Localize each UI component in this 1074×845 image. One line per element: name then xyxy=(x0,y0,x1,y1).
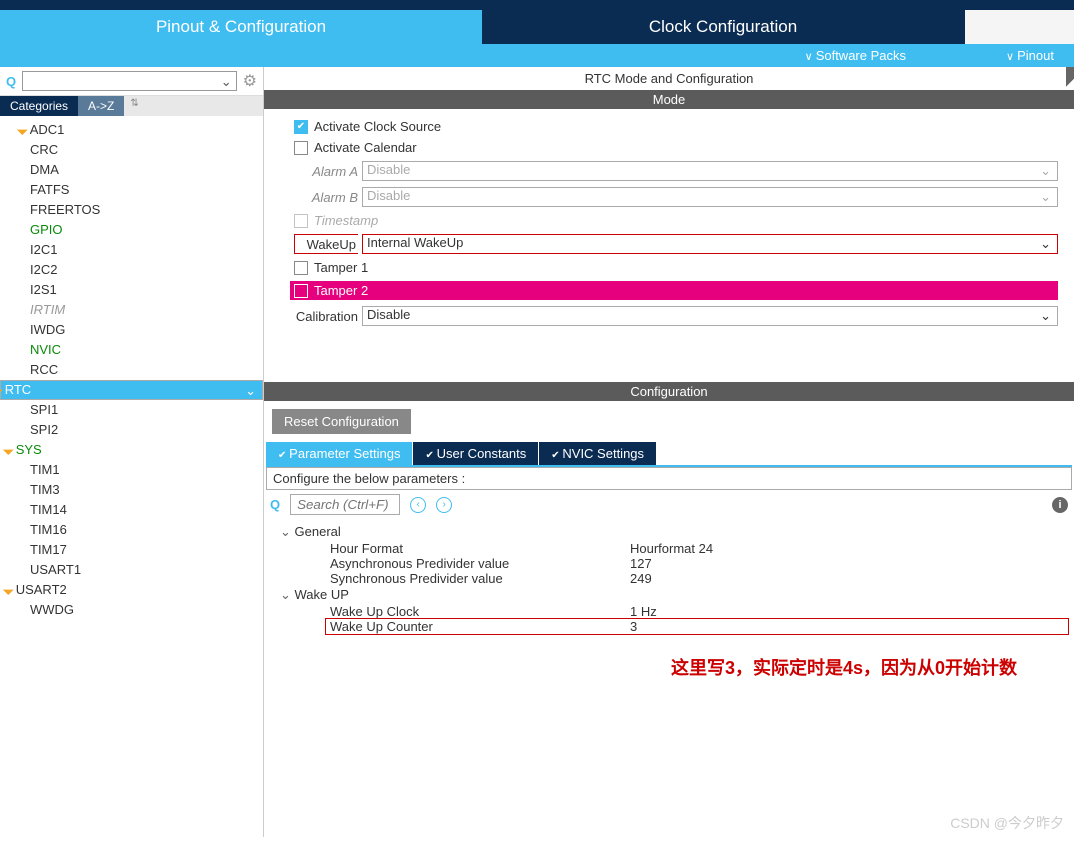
sidebar-item-iwdg[interactable]: IWDG xyxy=(0,320,263,340)
configuration-header: Configuration xyxy=(264,382,1074,401)
tab-nvic-settings[interactable]: NVIC Settings xyxy=(539,442,657,465)
activate-calendar-label: Activate Calendar xyxy=(314,140,417,155)
alarm-b-select[interactable]: Disable xyxy=(362,187,1058,207)
configure-instruction: Configure the below parameters : xyxy=(266,467,1072,490)
main-tab-bar: Pinout & Configuration Clock Configurati… xyxy=(0,10,1074,44)
software-packs-menu[interactable]: Software Packs xyxy=(805,48,906,63)
tab-pinout-config[interactable]: Pinout & Configuration xyxy=(0,10,482,44)
sort-icon[interactable]: ⇅ xyxy=(124,96,144,116)
tab-parameter-settings[interactable]: Parameter Settings xyxy=(266,442,413,465)
sidebar-item-adc1[interactable]: ADC1 xyxy=(0,120,263,140)
next-result-icon[interactable]: › xyxy=(436,497,452,513)
tamper2-checkbox[interactable] xyxy=(294,284,308,298)
async-predivider-key: Asynchronous Predivider value xyxy=(330,556,630,571)
mode-section: ✔ Activate Clock Source Activate Calendar… xyxy=(264,109,1074,342)
wakeup-clock-key: Wake Up Clock xyxy=(330,604,630,619)
sidebar-item-nvic[interactable]: NVIC xyxy=(0,340,263,360)
sidebar-item-i2s1[interactable]: I2S1 xyxy=(0,280,263,300)
tamper1-label: Tamper 1 xyxy=(314,260,368,275)
timestamp-checkbox[interactable] xyxy=(294,214,308,228)
red-annotation-text: 这里写3，实际定时是4s，因为从0开始计数 xyxy=(264,638,1074,684)
wakeup-clock-value[interactable]: 1 Hz xyxy=(630,604,657,619)
parameter-tree: General Hour FormatHourformat 24 Asynchr… xyxy=(264,519,1074,638)
tab-a-to-z[interactable]: A->Z xyxy=(78,96,124,116)
info-icon[interactable]: i xyxy=(1052,497,1068,513)
tamper2-label: Tamper 2 xyxy=(314,283,368,298)
sidebar-item-gpio[interactable]: GPIO xyxy=(0,220,263,240)
sidebar-item-tim16[interactable]: TIM16 xyxy=(0,520,263,540)
panel-title: RTC Mode and Configuration xyxy=(264,67,1074,90)
async-predivider-value[interactable]: 127 xyxy=(630,556,652,571)
group-wakeup[interactable]: Wake UP xyxy=(270,586,1068,604)
mode-header: Mode xyxy=(264,90,1074,109)
alarm-a-label: Alarm A xyxy=(294,164,358,179)
main-panel: RTC Mode and Configuration Mode ✔ Activat… xyxy=(264,67,1074,837)
sidebar-item-wwdg[interactable]: WWDG xyxy=(0,600,263,620)
sidebar-item-i2c2[interactable]: I2C2 xyxy=(0,260,263,280)
sidebar-item-sys[interactable]: SYS xyxy=(0,440,263,460)
peripheral-list: ADC1CRCDMAFATFSFREERTOSGPIOI2C1I2C2I2S1I… xyxy=(0,116,263,837)
sidebar-item-spi1[interactable]: SPI1 xyxy=(0,400,263,420)
sidebar-item-spi2[interactable]: SPI2 xyxy=(0,420,263,440)
alarm-b-label: Alarm B xyxy=(294,190,358,205)
sidebar-item-freertos[interactable]: FREERTOS xyxy=(0,200,263,220)
tab-categories[interactable]: Categories xyxy=(0,96,78,116)
wakeup-select[interactable]: Internal WakeUp xyxy=(362,234,1058,254)
reset-configuration-button[interactable]: Reset Configuration xyxy=(272,409,411,434)
search-icon: Q xyxy=(6,74,16,89)
activate-clock-label: Activate Clock Source xyxy=(314,119,441,134)
watermark: CSDN @今夕昨夕 xyxy=(950,813,1064,833)
sync-predivider-value[interactable]: 249 xyxy=(630,571,652,586)
configuration-section: Reset Configuration Parameter Settings U… xyxy=(264,401,1074,684)
peripheral-search-select[interactable] xyxy=(22,71,237,91)
sidebar-item-dma[interactable]: DMA xyxy=(0,160,263,180)
sidebar-item-fatfs[interactable]: FATFS xyxy=(0,180,263,200)
collapse-notch-icon[interactable] xyxy=(1066,67,1074,97)
sidebar-item-tim17[interactable]: TIM17 xyxy=(0,540,263,560)
sidebar-item-rtc[interactable]: RTC xyxy=(0,380,263,400)
sub-toolbar: Software Packs Pinout xyxy=(0,44,1074,67)
gear-icon[interactable]: ⚙ xyxy=(243,71,257,91)
sidebar-item-crc[interactable]: CRC xyxy=(0,140,263,160)
sidebar-item-rcc[interactable]: RCC xyxy=(0,360,263,380)
pinout-menu[interactable]: Pinout xyxy=(1006,48,1054,63)
hour-format-value[interactable]: Hourformat 24 xyxy=(630,541,713,556)
sidebar-item-tim14[interactable]: TIM14 xyxy=(0,500,263,520)
sidebar-item-usart1[interactable]: USART1 xyxy=(0,560,263,580)
timestamp-label: Timestamp xyxy=(314,213,378,228)
tamper1-checkbox[interactable] xyxy=(294,261,308,275)
sidebar-item-tim1[interactable]: TIM1 xyxy=(0,460,263,480)
group-general[interactable]: General xyxy=(270,523,1068,541)
calibration-label: Calibration xyxy=(294,309,358,324)
wakeup-counter-key: Wake Up Counter xyxy=(330,619,630,634)
wakeup-label: WakeUp xyxy=(294,234,358,254)
wakeup-counter-value[interactable]: 3 xyxy=(630,619,637,634)
tab-empty xyxy=(964,10,1074,44)
calibration-select[interactable]: Disable xyxy=(362,306,1058,326)
left-sidebar: Q ⚙ Categories A->Z ⇅ ADC1CRCDMAFATFSFRE… xyxy=(0,67,264,837)
param-search-input[interactable] xyxy=(290,494,400,515)
param-search-icon: Q xyxy=(270,497,280,512)
sync-predivider-key: Synchronous Predivider value xyxy=(330,571,630,586)
hour-format-key: Hour Format xyxy=(330,541,630,556)
alarm-a-select[interactable]: Disable xyxy=(362,161,1058,181)
prev-result-icon[interactable]: ‹ xyxy=(410,497,426,513)
sidebar-item-irtim[interactable]: IRTIM xyxy=(0,300,263,320)
activate-calendar-checkbox[interactable] xyxy=(294,141,308,155)
tab-user-constants[interactable]: User Constants xyxy=(413,442,539,465)
title-bar-spacer xyxy=(0,0,1074,10)
sidebar-item-i2c1[interactable]: I2C1 xyxy=(0,240,263,260)
sidebar-item-usart2[interactable]: USART2 xyxy=(0,580,263,600)
activate-clock-checkbox[interactable]: ✔ xyxy=(294,120,308,134)
sidebar-item-tim3[interactable]: TIM3 xyxy=(0,480,263,500)
tab-clock-config[interactable]: Clock Configuration xyxy=(482,10,964,44)
